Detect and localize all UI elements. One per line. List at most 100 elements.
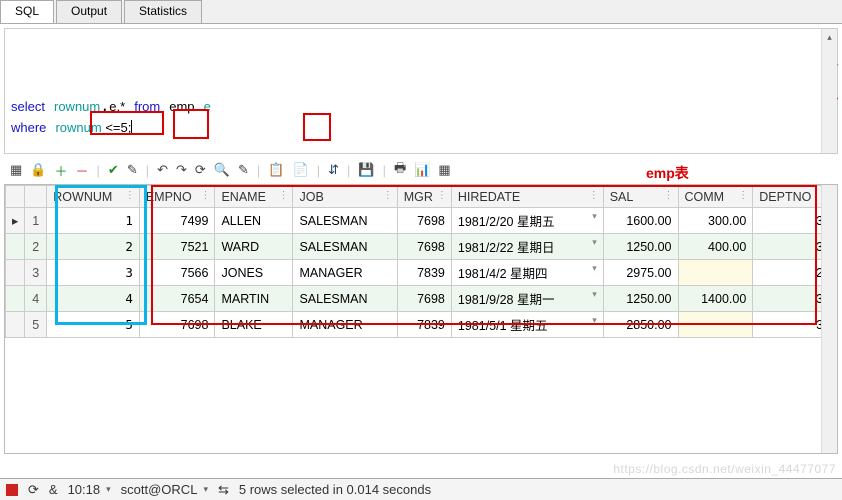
row-marker xyxy=(6,260,25,286)
status-stop-icon[interactable] xyxy=(6,484,18,496)
sql-editor[interactable]: select rownum,e.* from emp ewhere rownum… xyxy=(5,29,837,142)
tool-lock-icon[interactable]: 🔒 xyxy=(30,162,46,178)
kw-rownum: rownum xyxy=(54,99,100,114)
sql-editor-pane: ✦ ⬎ select rownum,e.* from emp ewhere ro… xyxy=(4,28,838,154)
tool-save-icon[interactable]: 💾 xyxy=(358,162,374,178)
status-bar: ⟳ & 10:18 scott@ORCL ⇆ 5 rows selected i… xyxy=(0,478,842,500)
tool-print-icon[interactable]: 🖶 xyxy=(394,159,406,181)
tool-doc-icon[interactable]: 📄 xyxy=(293,162,309,178)
kw-select: select xyxy=(11,99,45,114)
tool-remove-icon[interactable]: － xyxy=(76,161,89,180)
tool-grid2-icon[interactable]: ▦ xyxy=(438,162,450,178)
col-ename[interactable]: ENAME xyxy=(215,186,293,208)
cell-rownum[interactable]: 2 xyxy=(47,234,140,260)
col-sal[interactable]: SAL xyxy=(603,186,678,208)
col-empno[interactable]: EMPNO xyxy=(139,186,215,208)
cell-job[interactable]: SALESMAN xyxy=(293,286,397,312)
cell-sal[interactable]: 1250.00 xyxy=(603,234,678,260)
cell-hiredate[interactable]: 1981/9/28 星期一 xyxy=(451,286,603,312)
cell-empno[interactable]: 7698 xyxy=(139,312,215,338)
cell-empno[interactable]: 7499 xyxy=(139,208,215,234)
cell-mgr[interactable]: 7839 xyxy=(397,312,451,338)
cell-comm[interactable]: 400.00 xyxy=(678,234,753,260)
row-number: 3 xyxy=(25,260,47,286)
tool-add-icon[interactable]: ＋ xyxy=(54,161,67,180)
cell-ename[interactable]: WARD xyxy=(215,234,293,260)
cell-rownum[interactable]: 3 xyxy=(47,260,140,286)
cell-ename[interactable]: BLAKE xyxy=(215,312,293,338)
table-row[interactable]: 557698BLAKEMANAGER78391981/5/1 星期五2850.0… xyxy=(6,312,837,338)
tab-output[interactable]: Output xyxy=(56,0,122,23)
cell-comm[interactable] xyxy=(678,260,753,286)
cell-job[interactable]: MANAGER xyxy=(293,312,397,338)
cell-job[interactable]: MANAGER xyxy=(293,260,397,286)
editor-scrollbar[interactable]: ▴ xyxy=(821,29,837,153)
status-connection[interactable]: scott@ORCL xyxy=(121,482,208,497)
result-toolbar: ▦ 🔒 ＋ － | ✔ ✎ | ↶ ↷ ⟳ 🔍 ✎ | 📋 📄 | ⇵ | 💾 … xyxy=(4,158,838,182)
tool-grid-icon[interactable]: ▦ xyxy=(10,162,22,178)
cell-sal[interactable]: 2850.00 xyxy=(603,312,678,338)
col-rownum[interactable]: ROWNUM xyxy=(47,186,140,208)
table-row[interactable]: 337566JONESMANAGER78391981/4/2 星期四2975.0… xyxy=(6,260,837,286)
tool-sort-icon[interactable]: ⇵ xyxy=(328,162,339,178)
cell-empno[interactable]: 7566 xyxy=(139,260,215,286)
cell-hiredate[interactable]: 1981/5/1 星期五 xyxy=(451,312,603,338)
tool-copy-icon[interactable]: 📋 xyxy=(268,162,284,178)
tool-redo-icon[interactable]: ↷ xyxy=(176,162,187,178)
col-job[interactable]: JOB xyxy=(293,186,397,208)
cell-comm[interactable] xyxy=(678,312,753,338)
tool-refresh-icon[interactable]: ⟳ xyxy=(195,162,206,178)
col-comm[interactable]: COMM xyxy=(678,186,753,208)
col-mgr[interactable]: MGR xyxy=(397,186,451,208)
cell-rownum[interactable]: 4 xyxy=(47,286,140,312)
cell-hiredate[interactable]: 1981/4/2 星期四 xyxy=(451,260,603,286)
tool-commit-icon[interactable]: ✔ xyxy=(108,162,119,178)
table-row[interactable]: 447654MARTINSALESMAN76981981/9/28 星期一125… xyxy=(6,286,837,312)
status-message: 5 rows selected in 0.014 seconds xyxy=(239,482,431,497)
col-hiredate[interactable]: HIREDATE xyxy=(451,186,603,208)
tab-sql[interactable]: SQL xyxy=(0,0,54,23)
tool-edit2-icon[interactable]: ✎ xyxy=(238,162,249,178)
result-table: ROWNUM EMPNO ENAME JOB MGR HIREDATE SAL … xyxy=(5,185,837,338)
cell-hiredate[interactable]: 1981/2/22 星期日 xyxy=(451,234,603,260)
tool-undo-icon[interactable]: ↶ xyxy=(157,162,168,178)
header-row: ROWNUM EMPNO ENAME JOB MGR HIREDATE SAL … xyxy=(6,186,837,208)
cell-job[interactable]: SALESMAN xyxy=(293,234,397,260)
cell-mgr[interactable]: 7698 xyxy=(397,208,451,234)
cell-ename[interactable]: ALLEN xyxy=(215,208,293,234)
cell-rownum[interactable]: 1 xyxy=(47,208,140,234)
row-number: 1 xyxy=(25,208,47,234)
status-amp: & xyxy=(49,482,58,497)
kw-where: where xyxy=(11,120,46,135)
status-position[interactable]: 10:18 xyxy=(68,482,111,497)
sql-emp: emp xyxy=(169,99,194,114)
tool-find-icon[interactable]: 🔍 xyxy=(214,162,230,178)
tool-edit-icon[interactable]: ✎ xyxy=(127,162,138,178)
tab-stats[interactable]: Statistics xyxy=(124,0,202,23)
cell-empno[interactable]: 7521 xyxy=(139,234,215,260)
cell-rownum[interactable]: 5 xyxy=(47,312,140,338)
row-number: 4 xyxy=(25,286,47,312)
table-row[interactable]: 227521WARDSALESMAN76981981/2/22 星期日1250.… xyxy=(6,234,837,260)
result-grid: ROWNUM EMPNO ENAME JOB MGR HIREDATE SAL … xyxy=(4,184,838,454)
cell-ename[interactable]: MARTIN xyxy=(215,286,293,312)
cell-mgr[interactable]: 7698 xyxy=(397,286,451,312)
cell-sal[interactable]: 2975.00 xyxy=(603,260,678,286)
cell-comm[interactable]: 300.00 xyxy=(678,208,753,234)
cell-ename[interactable]: JONES xyxy=(215,260,293,286)
status-refresh-icon[interactable]: ⟳ xyxy=(28,482,39,498)
table-row[interactable]: ▸117499ALLENSALESMAN76981981/2/20 星期五160… xyxy=(6,208,837,234)
cell-sal[interactable]: 1600.00 xyxy=(603,208,678,234)
tool-chart-icon[interactable]: 📊 xyxy=(414,162,430,178)
cell-mgr[interactable]: 7839 xyxy=(397,260,451,286)
cell-empno[interactable]: 7654 xyxy=(139,286,215,312)
cell-mgr[interactable]: 7698 xyxy=(397,234,451,260)
cell-comm[interactable]: 1400.00 xyxy=(678,286,753,312)
tab-bar: SQL Output Statistics xyxy=(0,0,842,24)
row-marker xyxy=(6,234,25,260)
grid-vscroll[interactable] xyxy=(821,185,837,453)
cell-hiredate[interactable]: 1981/2/20 星期五 xyxy=(451,208,603,234)
scroll-up-icon[interactable]: ▴ xyxy=(822,29,837,45)
cell-job[interactable]: SALESMAN xyxy=(293,208,397,234)
cell-sal[interactable]: 1250.00 xyxy=(603,286,678,312)
